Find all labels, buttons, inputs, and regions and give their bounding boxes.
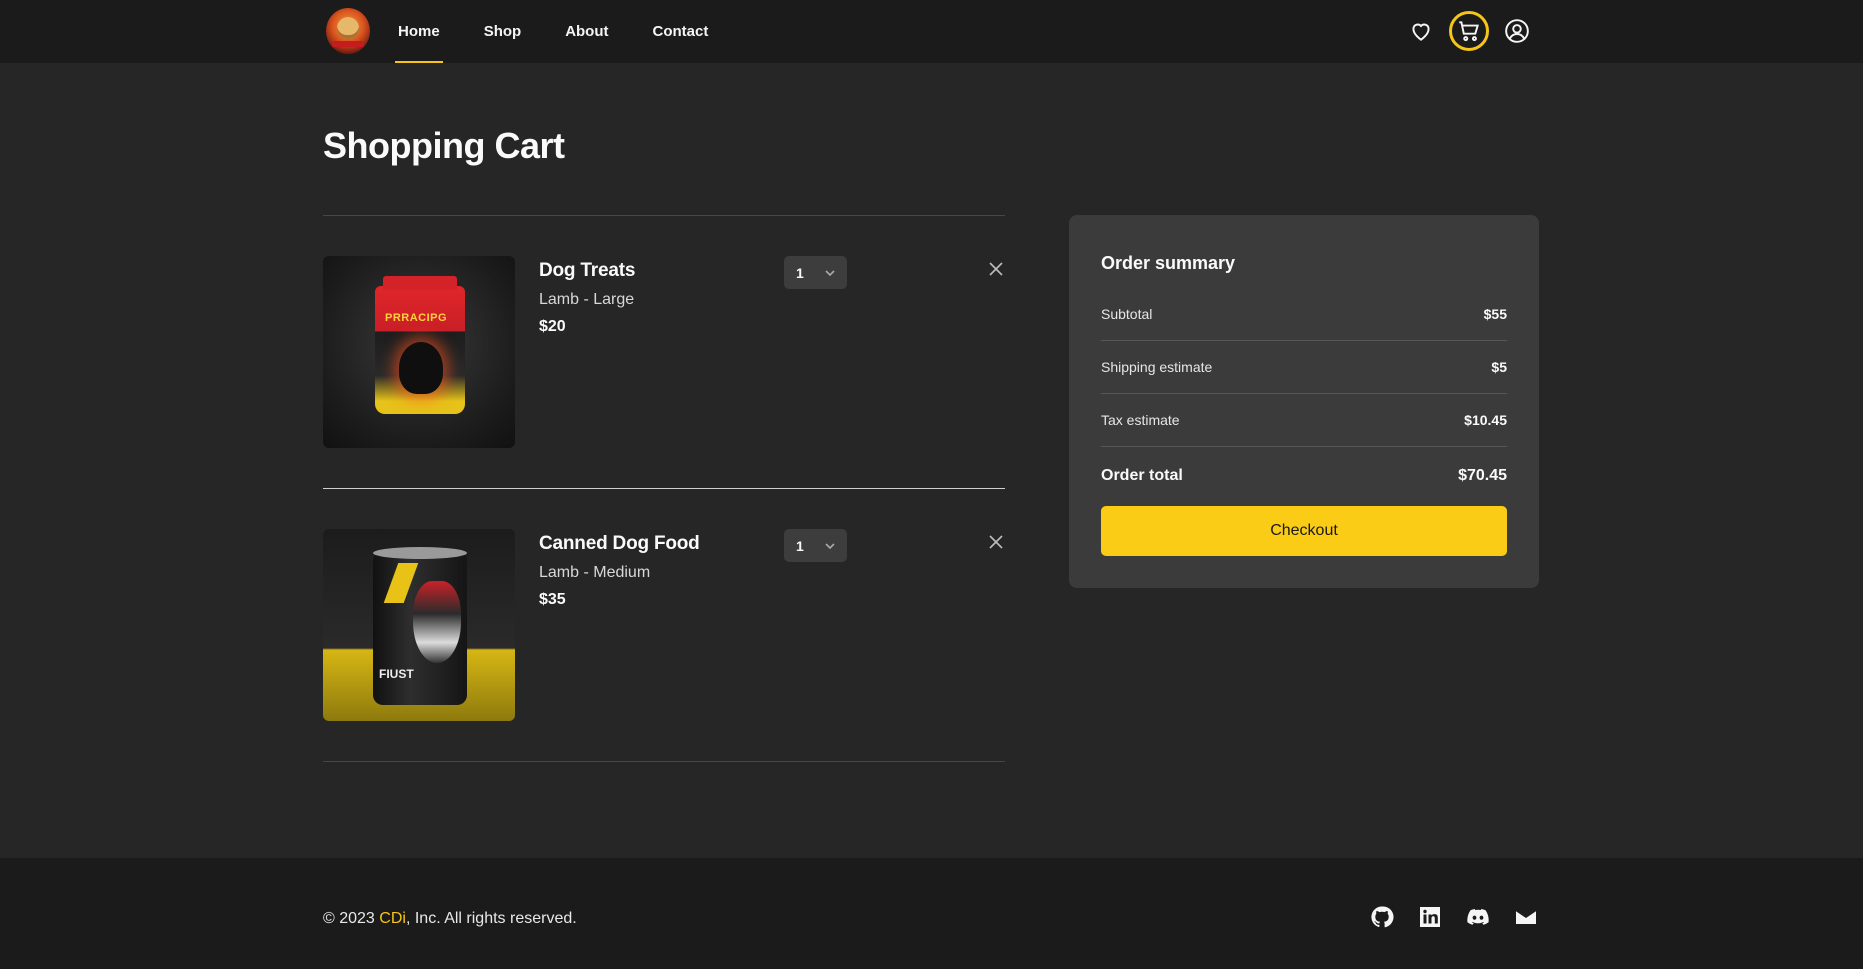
email-link[interactable] <box>1513 904 1539 930</box>
subtotal-value: $55 <box>1483 306 1507 322</box>
brand-link[interactable]: CDi <box>379 910 406 927</box>
item-name[interactable]: Canned Dog Food <box>539 533 700 555</box>
shipping-value: $5 <box>1491 359 1507 375</box>
summary-title: Order summary <box>1101 253 1236 273</box>
remove-item-button[interactable] <box>987 533 1005 551</box>
total-value: $70.45 <box>1458 467 1507 484</box>
github-icon <box>1371 906 1394 928</box>
summary-row-tax: Tax estimate $10.45 <box>1101 394 1507 447</box>
brand-logo[interactable] <box>326 8 370 54</box>
remove-item-button[interactable] <box>987 260 1005 278</box>
cart-item: PRRACIPG Dog Treats Lamb - Large $20 1 <box>323 216 1005 488</box>
wolf-graphic <box>413 581 461 663</box>
tax-value: $10.45 <box>1464 412 1507 428</box>
logo-banner <box>332 41 364 47</box>
tax-label: Tax estimate <box>1101 412 1180 428</box>
order-summary: Order summary Subtotal $55 Shipping esti… <box>1069 215 1539 588</box>
quantity-value: 1 <box>796 264 804 281</box>
dog-head-graphic <box>399 342 443 394</box>
total-label: Order total <box>1101 467 1183 484</box>
copyright: © 2023 CDi, Inc. All rights reserved. <box>323 910 577 928</box>
chevron-down-icon <box>825 270 835 277</box>
copyright-suffix: , Inc. All rights reserved. <box>405 910 577 927</box>
cart-item: FIUST Canned Dog Food Lamb - Medium $35 … <box>323 489 1005 761</box>
footer: © 2023 CDi, Inc. All rights reserved. <box>0 858 1863 969</box>
close-icon <box>989 262 1003 276</box>
nav-link-home[interactable]: Home <box>395 0 443 63</box>
shipping-label: Shipping estimate <box>1101 359 1213 375</box>
account-button[interactable] <box>1497 11 1537 51</box>
nav-link-shop[interactable]: Shop <box>481 0 525 63</box>
item-variant: Lamb - Medium <box>539 564 651 581</box>
main-nav: Home Shop About Contact <box>395 0 749 63</box>
item-price: $35 <box>539 591 566 608</box>
chevron-down-icon <box>825 543 835 550</box>
mail-icon <box>1516 910 1536 924</box>
cart-list: PRRACIPG Dog Treats Lamb - Large $20 1 F… <box>323 215 1005 762</box>
can-stripe <box>383 563 419 603</box>
quantity-select[interactable]: 1 <box>784 529 847 562</box>
nav-actions <box>1393 11 1537 51</box>
github-link[interactable] <box>1369 904 1395 930</box>
item-info: Canned Dog Food Lamb - Medium $35 <box>539 533 700 609</box>
quantity-value: 1 <box>796 537 804 554</box>
nav-link-contact[interactable]: Contact <box>650 0 712 63</box>
user-icon <box>1505 19 1529 43</box>
summary-row-total: Order total $70.45 <box>1101 447 1507 505</box>
bag-label: PRRACIPG <box>385 312 448 324</box>
heart-icon <box>1412 23 1430 41</box>
item-variant: Lamb - Large <box>539 291 635 308</box>
navbar: Home Shop About Contact <box>0 0 1863 63</box>
divider <box>323 761 1005 762</box>
subtotal-label: Subtotal <box>1101 306 1153 322</box>
quantity-select[interactable]: 1 <box>784 256 847 289</box>
product-image-dog-treats[interactable]: PRRACIPG <box>323 256 515 448</box>
cart-button[interactable] <box>1449 11 1489 51</box>
item-name[interactable]: Dog Treats <box>539 260 635 282</box>
linkedin-icon <box>1420 907 1440 927</box>
dog-food-can: FIUST <box>373 547 467 705</box>
wishlist-button[interactable] <box>1401 11 1441 51</box>
nav-link-about[interactable]: About <box>562 0 611 63</box>
cart-icon <box>1459 21 1479 42</box>
summary-rows: Subtotal $55 Shipping estimate $5 Tax es… <box>1101 288 1507 505</box>
product-image-canned-dog-food[interactable]: FIUST <box>323 529 515 721</box>
close-icon <box>989 535 1003 549</box>
summary-row-subtotal: Subtotal $55 <box>1101 288 1507 341</box>
page-title: Shopping Cart <box>323 125 565 166</box>
logo-dog-face <box>337 17 359 39</box>
discord-link[interactable] <box>1465 904 1491 930</box>
item-price: $20 <box>539 318 566 335</box>
checkout-button[interactable]: Checkout <box>1101 506 1507 556</box>
discord-icon <box>1467 909 1489 925</box>
item-info: Dog Treats Lamb - Large $20 <box>539 260 635 336</box>
social-links <box>1347 904 1539 930</box>
summary-row-shipping: Shipping estimate $5 <box>1101 341 1507 394</box>
treat-bag: PRRACIPG <box>375 276 465 414</box>
copyright-prefix: © 2023 <box>323 910 380 927</box>
linkedin-link[interactable] <box>1417 904 1443 930</box>
can-label: FIUST <box>379 667 414 681</box>
